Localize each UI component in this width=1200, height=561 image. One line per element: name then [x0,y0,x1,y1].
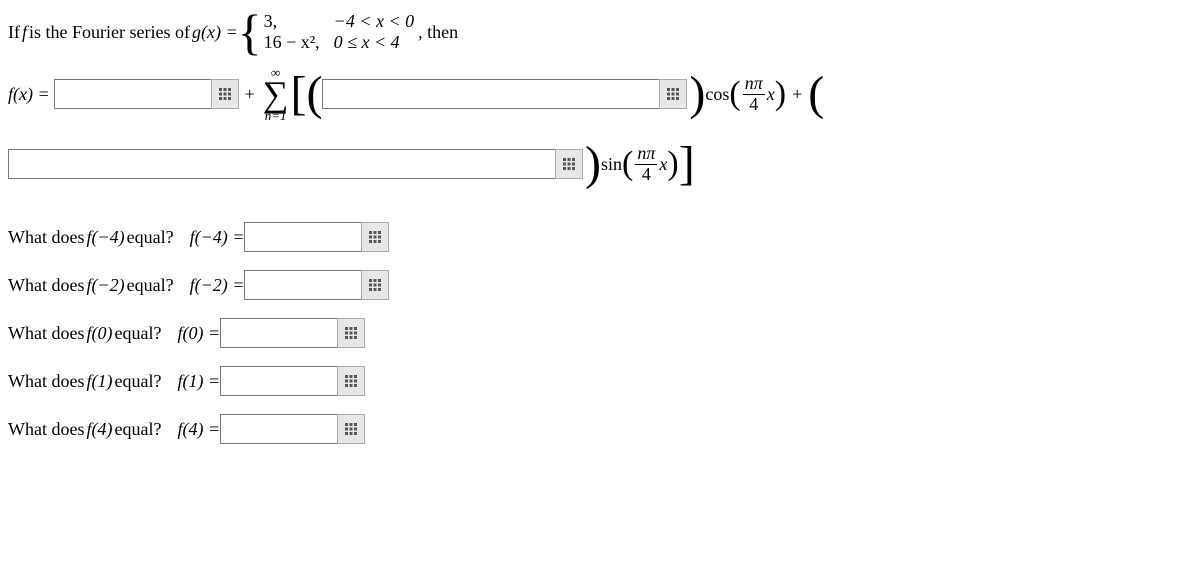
grid-icon [345,327,357,339]
question-f1: What does f(1) equal? f(1) = [8,366,1192,396]
problem-statement: If f is the Fourier series of g(x) = { 3… [8,4,1192,60]
gx-expr: g(x) = [192,22,238,43]
grid-icon [369,279,381,291]
a0-input[interactable] [54,79,214,109]
summation: ∞ ∑ n=1 [263,66,289,122]
fourier-equation-line1: f(x) = + ∞ ∑ n=1 [ ( ) cos ( nπ 4 x ) + … [8,66,1192,122]
grid-icon [369,231,381,243]
sin-arg-close: ) [667,150,678,178]
keypad-button-fm4[interactable] [361,222,389,252]
cos-arg-open: ( [729,80,740,108]
q-eqlabel: f(4) = [177,419,220,440]
fm2-input[interactable] [244,270,364,300]
var-f: f [22,22,27,43]
sin-num: nπ [635,144,657,165]
cos-den: 4 [747,95,760,115]
grid-icon [345,423,357,435]
keypad-button-f4[interactable] [337,414,365,444]
q-fexpr: f(−4) [86,227,124,248]
grid-icon [219,88,231,100]
grid-icon [667,88,679,100]
keypad-button-f1[interactable] [337,366,365,396]
q-eqlabel: f(−4) = [190,227,245,248]
q-eqlabel: f(1) = [177,371,220,392]
sin-arg-open: ( [622,150,633,178]
q-fexpr: f(0) [86,323,112,344]
question-fm2: What does f(−2) equal? f(−2) = [8,270,1192,300]
q-pre: What does [8,275,84,296]
q-pre: What does [8,323,84,344]
bn-input[interactable] [8,149,558,179]
keypad-button-a0[interactable] [211,79,239,109]
q-fexpr: f(4) [86,419,112,440]
sum-lower: n=1 [265,109,287,122]
case1-left: 3, [264,11,320,32]
case2-left: 16 − x², [264,32,320,53]
open-bracket: [ [290,76,306,112]
an-input[interactable] [322,79,662,109]
sin-den: 4 [640,165,653,185]
plus-1: + [245,84,255,105]
grid-icon [345,375,357,387]
sin-label: sin [601,154,622,175]
fourier-equation-line2: ) sin ( nπ 4 x ) ] [8,140,1192,188]
case2-right: 0 ≤ x < 4 [334,32,414,53]
q-fexpr: f(1) [86,371,112,392]
text-is-fourier: is the Fourier series of [29,22,190,43]
plus-2: + [792,84,802,105]
close-paren-cos-coeff: ) [689,76,705,112]
keypad-button-fm2[interactable] [361,270,389,300]
q-post: equal? [127,275,174,296]
f4-input[interactable] [220,414,340,444]
q-post: equal? [127,227,174,248]
piecewise: { 3, −4 < x < 0 16 − x², 0 ≤ x < 4 [238,11,415,53]
fx-equals: f(x) = [8,84,50,105]
question-f4: What does f(4) equal? f(4) = [8,414,1192,444]
question-fm4: What does f(−4) equal? f(−4) = [8,222,1192,252]
sin-frac: nπ 4 [635,144,657,185]
close-paren-sin-coeff: ) [585,146,601,182]
q-pre: What does [8,371,84,392]
text-then: , then [418,22,458,43]
q-post: equal? [114,371,161,392]
q-eqlabel: f(0) = [177,323,220,344]
f0-input[interactable] [220,318,340,348]
close-bracket: ] [679,146,695,182]
fm4-input[interactable] [244,222,364,252]
q-eqlabel: f(−2) = [190,275,245,296]
keypad-button-f0[interactable] [337,318,365,348]
text-if: If [8,22,20,43]
keypad-button-an[interactable] [659,79,687,109]
cos-arg-close: ) [775,80,786,108]
cos-x: x [767,84,775,105]
cos-label: cos [705,84,729,105]
grid-icon [563,158,575,170]
keypad-button-bn[interactable] [555,149,583,179]
q-post: equal? [114,419,161,440]
open-paren-cos: ( [306,76,322,112]
case1-right: −4 < x < 0 [334,11,414,32]
q-pre: What does [8,419,84,440]
f1-input[interactable] [220,366,340,396]
cos-num: nπ [743,74,765,95]
cos-frac: nπ 4 [743,74,765,115]
q-pre: What does [8,227,84,248]
q-fexpr: f(−2) [86,275,124,296]
sin-x: x [659,154,667,175]
question-f0: What does f(0) equal? f(0) = [8,318,1192,348]
open-paren-sin: ( [808,76,824,112]
q-post: equal? [114,323,161,344]
